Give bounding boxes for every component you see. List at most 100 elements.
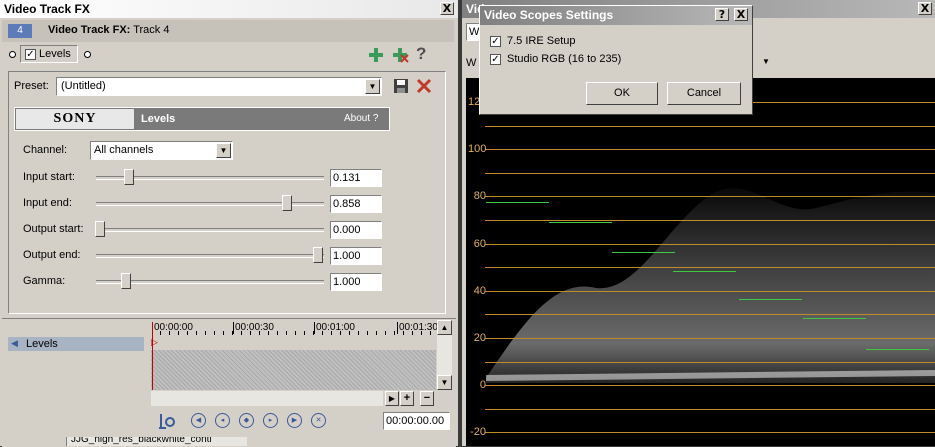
ruler-minor-tick bbox=[394, 331, 395, 335]
chevron-down-icon[interactable]: ▼ bbox=[216, 143, 231, 158]
ok-button[interactable]: OK bbox=[586, 82, 658, 105]
scope-gridline bbox=[485, 173, 935, 174]
input-start-value: 0.131 bbox=[333, 172, 361, 184]
ruler-minor-tick bbox=[430, 331, 431, 335]
ruler-minor-tick bbox=[340, 331, 341, 335]
timecode-value: 00:00:00.00 bbox=[386, 415, 445, 427]
last-keyframe-icon[interactable]: ▶ bbox=[287, 413, 302, 428]
ruler-major-tick bbox=[233, 322, 234, 334]
ruler-minor-tick bbox=[376, 331, 377, 335]
output-start-slider-track[interactable] bbox=[96, 228, 324, 232]
waveform-display bbox=[466, 78, 935, 446]
zoom-out-button[interactable]: − bbox=[420, 391, 434, 406]
ire-setup-label: 7.5 IRE Setup bbox=[507, 35, 576, 47]
output-start-value: 0.000 bbox=[333, 224, 361, 236]
plugin-name: Levels bbox=[141, 113, 176, 125]
chevron-down-icon[interactable]: ▼ bbox=[762, 57, 770, 66]
timecode-display[interactable]: 00:00:00.00 bbox=[383, 412, 450, 430]
prev-keyframe-icon[interactable]: ◂ bbox=[215, 413, 230, 428]
preset-dropdown[interactable]: (Untitled) ▼ bbox=[56, 77, 382, 96]
fx-title-bar[interactable]: Video Track FX bbox=[0, 0, 458, 18]
settings-title: Video Scopes Settings bbox=[484, 8, 614, 22]
taskbar-item[interactable]: JJG_high_res_blackwhite_conti bbox=[66, 437, 247, 446]
keyframe-track-label: Levels bbox=[26, 338, 58, 350]
scope-y-label: 100 bbox=[468, 143, 487, 155]
scope-gridline bbox=[485, 220, 935, 221]
scroll-down-button[interactable]: ▼ bbox=[437, 375, 452, 390]
output-end-slider-track[interactable] bbox=[96, 254, 324, 258]
zoom-in-button[interactable]: + bbox=[400, 391, 414, 406]
scope-y-label: 40 bbox=[473, 285, 486, 297]
scroll-up-button[interactable]: ▲ bbox=[437, 320, 452, 335]
output-start-slider-thumb[interactable] bbox=[95, 221, 105, 237]
scope-gridline bbox=[485, 409, 935, 410]
remove-plugin-icon[interactable] bbox=[391, 47, 409, 63]
channel-value: All channels bbox=[94, 144, 154, 156]
preset-value: (Untitled) bbox=[61, 80, 106, 92]
save-preset-icon[interactable] bbox=[393, 78, 409, 94]
output-end-value-field[interactable]: 1.000 bbox=[330, 247, 382, 265]
track-expand-icon[interactable]: ◀ bbox=[11, 338, 18, 349]
settings-close-button[interactable]: X bbox=[734, 8, 748, 21]
sync-cursor-icon[interactable] bbox=[158, 412, 176, 430]
gamma-slider-thumb[interactable] bbox=[121, 273, 131, 289]
ruler-minor-tick bbox=[277, 331, 278, 335]
ruler-minor-tick bbox=[205, 331, 206, 335]
scopes-close-button[interactable]: X bbox=[918, 2, 932, 15]
chain-connector-left bbox=[9, 51, 16, 58]
chain-connector-right bbox=[84, 51, 91, 58]
output-start-label: Output start: bbox=[23, 223, 84, 235]
ruler-minor-tick bbox=[232, 331, 233, 335]
delete-keyframe-icon[interactable]: ✕ bbox=[311, 413, 326, 428]
gamma-value-field[interactable]: 1.000 bbox=[330, 273, 382, 291]
scope-gridline bbox=[485, 432, 935, 433]
studio-rgb-checkbox[interactable]: ✓ bbox=[490, 54, 501, 65]
scope-gridline bbox=[485, 126, 935, 127]
about-button[interactable]: About ? bbox=[344, 113, 378, 124]
chain-item-enable-checkbox[interactable]: ✓ bbox=[25, 49, 36, 60]
ire-setup-checkbox[interactable]: ✓ bbox=[490, 36, 501, 47]
ruler-minor-tick bbox=[241, 331, 242, 335]
sony-logo: SONY bbox=[16, 109, 134, 129]
add-plugin-icon[interactable] bbox=[367, 47, 385, 63]
help-icon[interactable]: ? bbox=[416, 44, 426, 64]
input-end-value: 0.858 bbox=[333, 198, 361, 210]
ruler-minor-tick bbox=[196, 331, 197, 335]
scope-gridline bbox=[485, 385, 935, 386]
input-start-value-field[interactable]: 0.131 bbox=[330, 169, 382, 187]
channel-dropdown[interactable]: All channels ▼ bbox=[90, 141, 233, 160]
ruler-time-label: 00:01:30 bbox=[399, 322, 438, 333]
scope-y-label: 80 bbox=[473, 190, 486, 202]
scope-gridline bbox=[485, 244, 935, 245]
output-start-value-field[interactable]: 0.000 bbox=[330, 221, 382, 239]
settings-title-bar[interactable]: Video Scopes Settings bbox=[480, 6, 752, 25]
add-keyframe-icon[interactable]: ◆ bbox=[239, 413, 254, 428]
ruler-minor-tick bbox=[421, 331, 422, 335]
ruler-minor-tick bbox=[295, 331, 296, 335]
first-keyframe-marker[interactable]: ▷ bbox=[151, 337, 158, 348]
cancel-button[interactable]: Cancel bbox=[667, 82, 741, 105]
ruler-minor-tick bbox=[403, 331, 404, 335]
input-start-slider-thumb[interactable] bbox=[124, 169, 134, 185]
input-end-slider-thumb[interactable] bbox=[282, 195, 292, 211]
ruler-minor-tick bbox=[367, 331, 368, 335]
fx-close-button[interactable]: X bbox=[440, 2, 454, 15]
horizontal-scrollbar-track[interactable] bbox=[151, 391, 383, 406]
next-keyframe-icon[interactable]: ▸ bbox=[263, 413, 278, 428]
input-end-value-field[interactable]: 0.858 bbox=[330, 195, 382, 213]
settings-help-button[interactable]: ? bbox=[715, 8, 729, 21]
vertical-scrollbar-track[interactable] bbox=[437, 335, 452, 375]
scroll-right-button[interactable]: ▶ bbox=[385, 391, 399, 406]
track-number-badge: 4 bbox=[8, 24, 32, 38]
playhead[interactable] bbox=[152, 322, 153, 390]
delete-preset-icon[interactable] bbox=[416, 78, 432, 94]
scope-gridline bbox=[485, 149, 935, 150]
chevron-down-icon[interactable]: ▼ bbox=[365, 79, 380, 94]
ruler-minor-tick bbox=[349, 331, 350, 335]
keyframe-track-header[interactable]: ◀ Levels bbox=[8, 337, 144, 351]
fx-chain-item-levels[interactable]: ✓ Levels bbox=[20, 45, 78, 63]
scope-y-label: -20 bbox=[470, 426, 486, 438]
gamma-label: Gamma: bbox=[23, 275, 66, 287]
first-keyframe-icon[interactable]: ◀ bbox=[191, 413, 206, 428]
output-end-slider-thumb[interactable] bbox=[313, 247, 323, 263]
